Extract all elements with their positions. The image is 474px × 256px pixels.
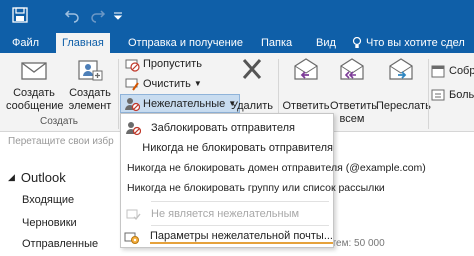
folder-drafts[interactable]: Черновики (22, 217, 77, 229)
delete-icon (242, 59, 262, 79)
menu-item-never-block-domain[interactable]: Никогда не блокировать домен отправителя… (121, 158, 426, 177)
forward-label: Переслать (376, 100, 431, 112)
new-email-label: Создать сообщение (6, 87, 64, 112)
folder-inbox[interactable]: Входящие (22, 194, 74, 206)
new-items-label: Создать элемент (68, 87, 112, 112)
tell-me-label: Что вы хотите сдел (366, 37, 465, 49)
meeting-icon (431, 65, 445, 78)
cleanup-button[interactable]: Очистить ▼ (124, 76, 202, 92)
group-label-create: Создать (40, 116, 79, 127)
account-name: Outlook (20, 170, 66, 185)
favorites-hint: Перетащите свои избр (8, 136, 114, 147)
folder-sent[interactable]: Отправленные (22, 238, 98, 250)
menu-divider (151, 225, 329, 226)
ignore-icon (125, 59, 140, 72)
menu-item-label: Никогда не блокировать отправителя (142, 141, 333, 154)
meeting-label: Собр (449, 65, 474, 77)
not-junk-icon (121, 204, 145, 223)
menu-item-label: Параметры нежелательной почты... (149, 229, 333, 244)
reply-label: Ответить (282, 100, 330, 112)
menu-item-label: Никогда не блокировать группу или список… (127, 181, 385, 194)
menu-item-never-block-sender[interactable]: Никогда не блокировать отправителя (121, 138, 333, 157)
junk-options-icon (121, 227, 144, 246)
menu-item-label: Не является нежелательным (151, 207, 300, 220)
lightbulb-icon (352, 37, 362, 48)
block-sender-icon (121, 118, 145, 137)
tab-file[interactable]: Файл (6, 33, 45, 53)
new-items-icon (78, 60, 103, 81)
junk-label: Нежелательные (143, 97, 226, 110)
reply-icon (294, 58, 318, 80)
menu-item-label: Никогда не блокировать домен отправителя… (127, 161, 426, 174)
tab-home[interactable]: Главная (56, 33, 110, 54)
ribbon-divider (428, 59, 429, 129)
tab-view[interactable]: Вид (310, 33, 342, 53)
meeting-button[interactable]: Собр (430, 63, 474, 79)
redo-icon[interactable] (88, 5, 108, 25)
menu-item-never-block-group[interactable]: Никогда не блокировать группу или список… (121, 178, 385, 197)
junk-dropdown-menu: Заблокировать отправителя Никогда не бло… (120, 113, 426, 248)
delete-label: Удалить (231, 100, 273, 112)
forward-button[interactable]: Переслать (376, 57, 431, 113)
delete-button[interactable]: Удалить (230, 57, 274, 113)
ribbon-divider (118, 59, 119, 129)
forward-icon (389, 58, 413, 80)
collapse-icon[interactable]: ◢ (8, 172, 15, 183)
ignore-button[interactable]: Пропустить (124, 56, 202, 72)
new-items-button[interactable]: Создать элемент (64, 57, 116, 113)
more-icon (431, 89, 445, 101)
menu-item-label: Заблокировать отправителя (151, 121, 295, 134)
more-label: Боль (449, 89, 474, 101)
cleanup-label: Очистить (143, 78, 191, 90)
title-bar (0, 0, 474, 33)
junk-icon (125, 97, 140, 111)
menu-item-not-junk: Не является нежелательным (121, 204, 333, 223)
more-button[interactable]: Боль (430, 87, 474, 103)
save-icon[interactable] (10, 5, 30, 25)
reply-all-button[interactable]: Ответить всем (330, 57, 378, 126)
chevron-down-icon: ▼ (193, 79, 202, 88)
ignore-label: Пропустить (143, 58, 202, 70)
tab-tell-me[interactable]: Что вы хотите сдел (346, 33, 471, 53)
junk-button[interactable]: Нежелательные ▼ (120, 94, 241, 113)
menu-item-junk-options[interactable]: Параметры нежелательной почты... (121, 227, 333, 246)
customize-icon[interactable] (108, 5, 128, 25)
menu-divider (151, 201, 329, 202)
new-email-icon (21, 62, 47, 80)
tab-send-receive[interactable]: Отправка и получение (122, 33, 249, 53)
new-email-button[interactable]: Создать сообщение (6, 57, 64, 113)
cleanup-icon (125, 78, 139, 91)
reply-all-label: Ответить всем (330, 100, 378, 125)
reply-all-icon (340, 58, 364, 80)
undo-icon[interactable] (62, 5, 82, 25)
reply-button[interactable]: Ответить (282, 57, 330, 113)
ribbon-tabs: Файл Главная Отправка и получение Папка … (0, 33, 474, 54)
tab-folder[interactable]: Папка (255, 33, 298, 53)
account-header[interactable]: ◢ Outlook (8, 170, 66, 185)
menu-item-block-sender[interactable]: Заблокировать отправителя (121, 118, 333, 137)
